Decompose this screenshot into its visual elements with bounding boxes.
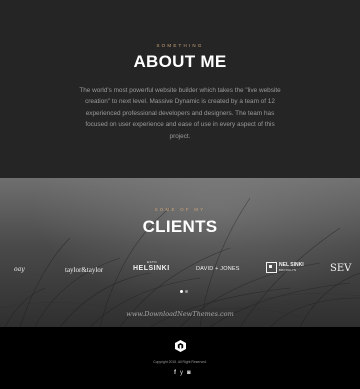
clients-eyebrow: SOME OF MY bbox=[154, 207, 206, 212]
instagram-icon[interactable]: ◙ bbox=[187, 369, 191, 377]
grass-background bbox=[0, 197, 360, 327]
facebook-icon[interactable]: f bbox=[174, 369, 176, 377]
client-logo-sev[interactable]: SEV bbox=[330, 263, 351, 274]
about-body: The world's most powerful website builde… bbox=[79, 87, 281, 140]
twitter-icon[interactable]: y bbox=[180, 369, 183, 377]
watermark-text: www.DownloadNewThemes.com bbox=[126, 310, 234, 318]
site-footer: Copyright 2015. All Right Reserved. f y … bbox=[0, 327, 360, 389]
client-logo-helsinki-label: HELSINKI bbox=[133, 265, 170, 272]
hexagon-logo-icon[interactable] bbox=[175, 340, 186, 352]
client-logo-helsinki[interactable]: ESTD HELSINKI bbox=[133, 260, 170, 272]
client-logo-helsinki-sub: ESTD bbox=[147, 260, 158, 264]
client-logo-nelsinki-label: NEL SINKI bbox=[279, 261, 304, 268]
about-eyebrow: SOMETHING bbox=[156, 43, 204, 48]
client-logo-script[interactable]: oay bbox=[14, 266, 25, 273]
clients-section: SOME OF MY CLIENTS oay taylor&taylor EST… bbox=[0, 178, 360, 327]
client-logo-david-jones[interactable]: DAVID + JONES bbox=[196, 266, 240, 272]
about-title: ABOUT ME bbox=[133, 52, 227, 71]
nelsinki-box-icon bbox=[266, 262, 277, 273]
copyright-text: Copyright 2015. All Right Reserved. bbox=[153, 360, 207, 364]
carousel-dot-active[interactable] bbox=[180, 290, 183, 293]
clients-title: CLIENTS bbox=[142, 217, 218, 236]
client-logo-nelsinki-sub: BROOKLYN bbox=[279, 268, 297, 272]
client-logo-nelsinki[interactable]: NEL SINKI BROOKLYN bbox=[266, 262, 304, 273]
client-logo-taylor[interactable]: taylor&taylor bbox=[65, 266, 103, 274]
about-section: SOMETHING ABOUT ME The world's most powe… bbox=[0, 0, 360, 178]
carousel-dot[interactable] bbox=[185, 290, 188, 293]
social-links: f y ◙ bbox=[172, 369, 196, 377]
